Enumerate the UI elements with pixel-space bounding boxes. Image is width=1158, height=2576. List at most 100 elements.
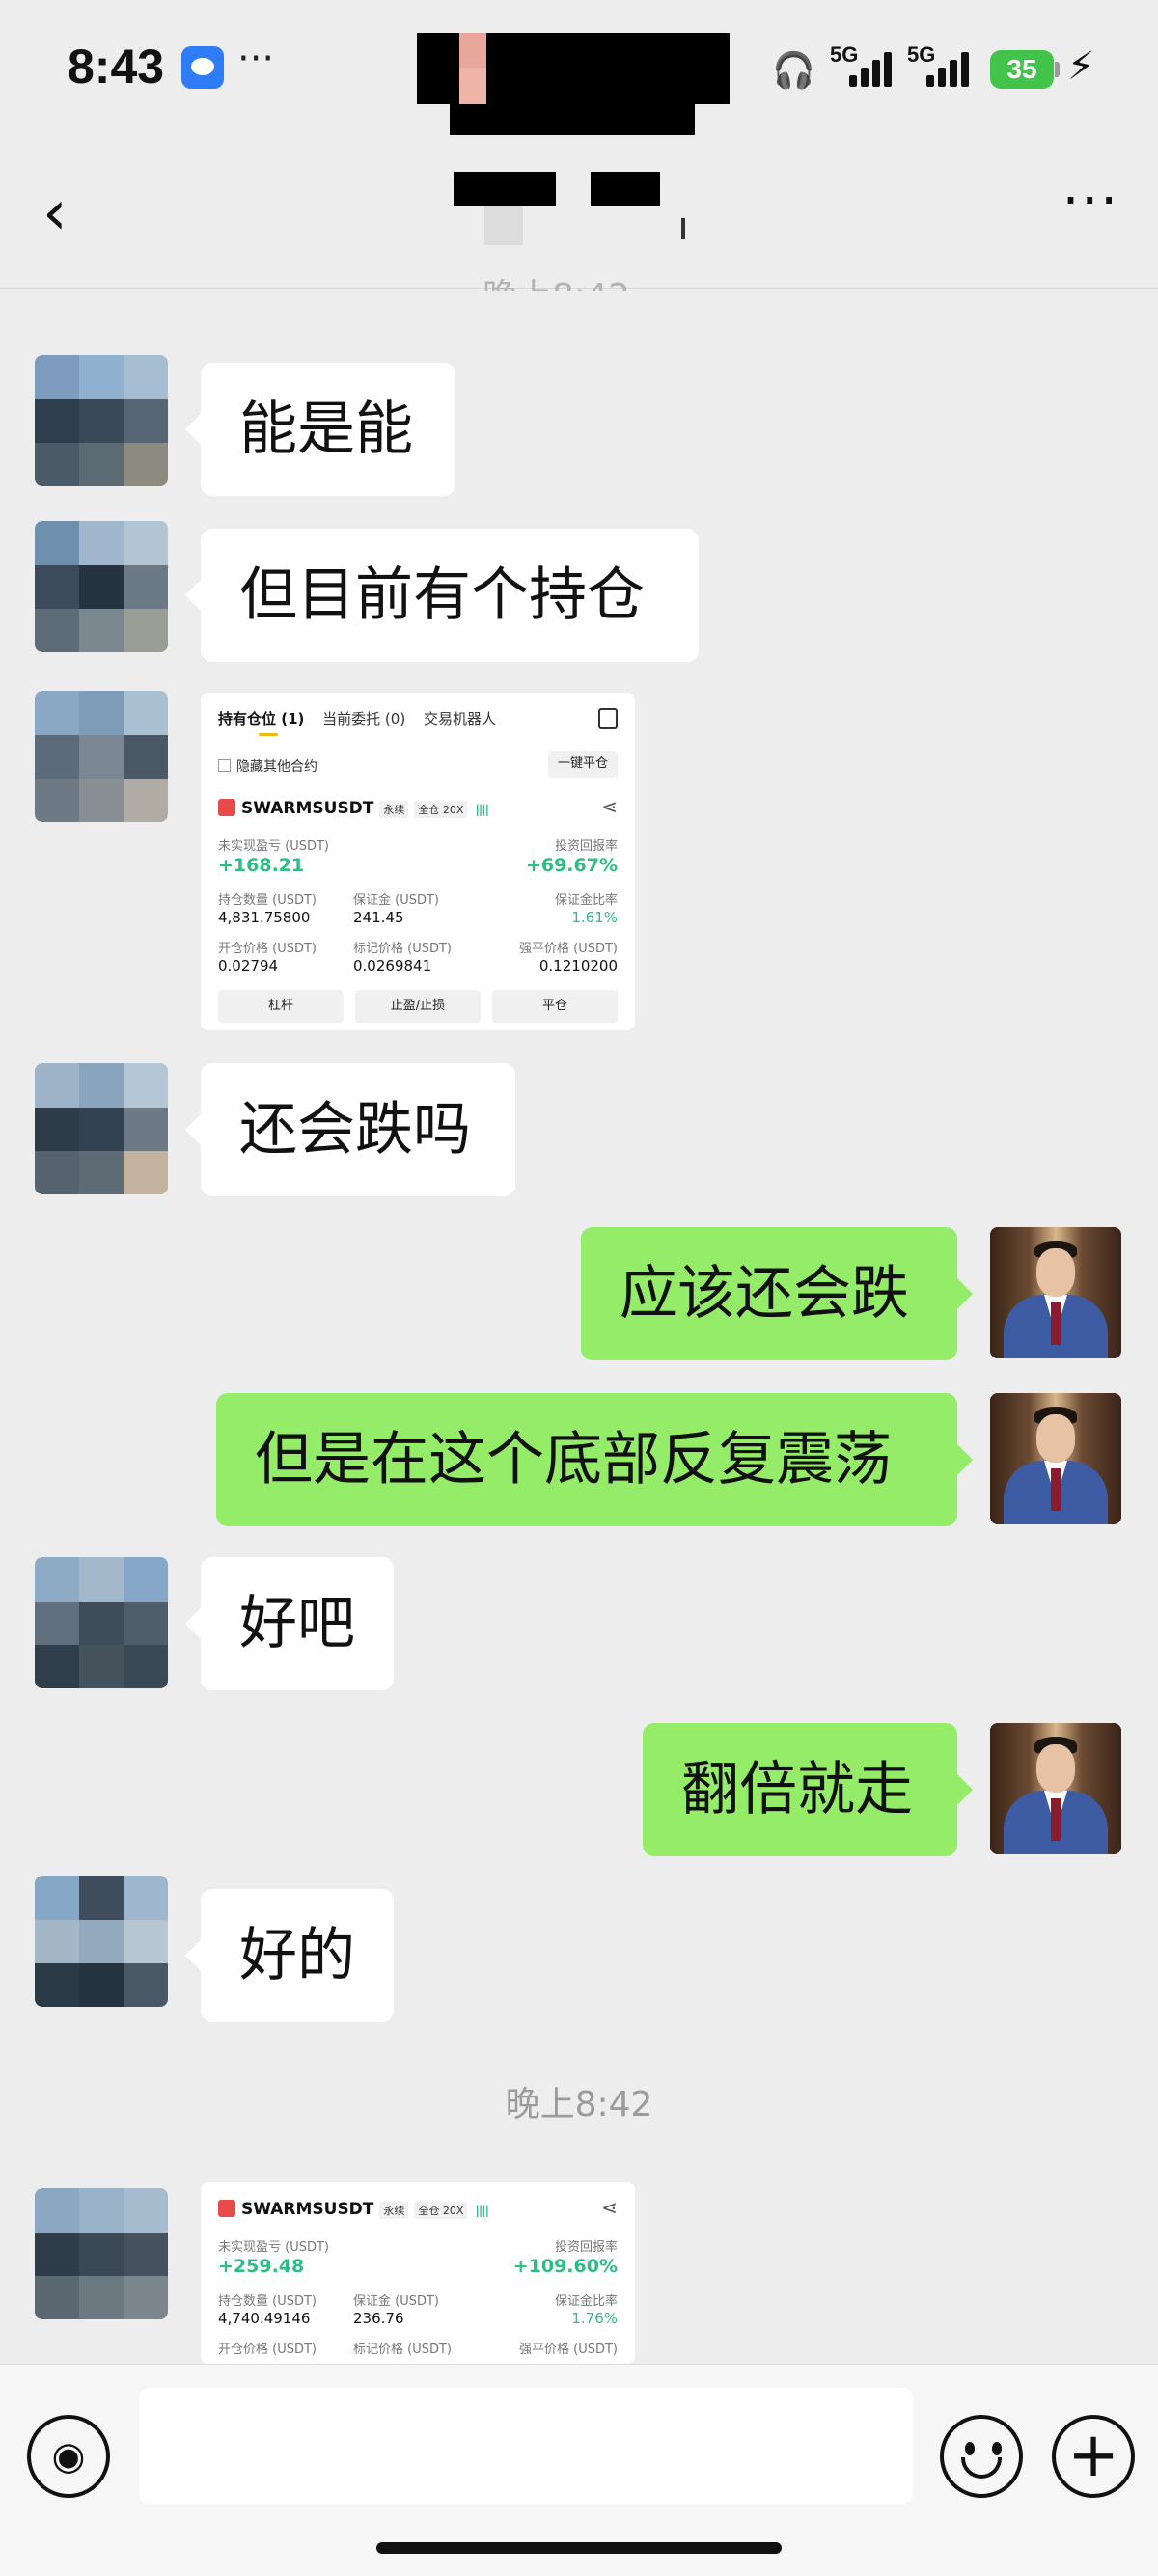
tag-perpetual: 永续 [379,2202,409,2219]
token-logo-icon [218,799,235,816]
contact-avatar[interactable] [35,691,168,822]
timestamp: 晚上8:42 [482,268,630,291]
leverage-bars-icon: |||| [475,803,488,816]
status-bar: 8:43 ··· 🎧 5G 5G 35 ⚡ [0,0,1158,137]
message-bubble-self[interactable]: 翻倍就走 [643,1723,973,1856]
mark-label: 标记价格 (USDT) [353,2343,452,2357]
redaction-block [459,33,486,68]
my-avatar[interactable] [990,1227,1121,1358]
contact-avatar[interactable] [35,1876,168,2007]
tab-open-orders: 当前委托 (0) [322,710,406,727]
share-icon: ⋖ [601,795,618,818]
leverage-button: 杠杆 [218,990,344,1023]
plus-icon[interactable]: + [1052,2415,1135,2498]
roi-label: 投资回报率 [554,839,618,854]
image-message-position-screenshot[interactable]: SWARMSUSDT 永续 全仓 20X |||| ⋖ 未实现盈亏 (USDT) +2… [201,2182,635,2364]
message-bubble[interactable]: 还会跌吗 [185,1063,515,1196]
share-icon: ⋖ [601,2196,618,2219]
roi-value: +69.67% [525,855,618,876]
contact-avatar[interactable] [35,2188,168,2319]
mark-label: 标记价格 (USDT) [353,942,452,956]
margin-ratio-value: 1.76% [571,2310,618,2327]
leverage-bars-icon: |||| [475,2204,488,2217]
tag-margin: 全仓 20X [414,801,468,818]
symbol-row: SWARMSUSDT 永续 全仓 20X |||| [218,799,489,818]
margin-value: 236.76 [353,2310,404,2327]
tag-margin: 全仓 20X [414,2202,468,2219]
pnl-label: 未实现盈亏 (USDT) [218,2240,329,2255]
pnl-value: +259.48 [218,2256,305,2277]
message-bubble[interactable]: 但目前有个持仓 [185,529,699,662]
my-avatar[interactable] [990,1723,1121,1854]
margin-label: 保证金 (USDT) [353,893,439,908]
close-position-button: 平仓 [492,990,618,1023]
chat-title-redacted [681,218,685,239]
message-bubble[interactable]: 好吧 [185,1557,394,1690]
charging-icon: ⚡ [1067,44,1095,89]
margin-ratio-label: 保证金比率 [554,893,618,908]
hide-other-checkbox: 隐藏其他合约 [218,756,317,776]
roi-value: +109.60% [512,2256,618,2277]
mark-value: 0.0269841 [353,957,432,974]
voice-icon[interactable]: ◉ [27,2415,110,2498]
entry-value: 0.02794 [218,957,279,974]
margin-ratio-label: 保证金比率 [554,2294,618,2309]
liq-label: 强平价格 (USDT) [519,942,618,956]
battery-tip [1055,62,1060,77]
tpsl-button: 止盈/止损 [355,990,481,1023]
liq-value: 0.1210200 [538,957,618,974]
message-bubble[interactable]: 好的 [185,1889,394,2022]
token-logo-icon [218,2200,235,2217]
position-tabs: 持有仓位 (1) 当前委托 (0) 交易机器人 [218,708,510,728]
more-options-icon[interactable]: ··· [1062,170,1119,233]
tag-perpetual: 永续 [379,801,409,818]
margin-ratio-value: 1.61% [571,909,618,926]
airpods-icon: 🎧 [772,51,815,91]
pnl-label: 未实现盈亏 (USDT) [218,839,329,854]
contact-avatar[interactable] [35,355,168,486]
message-bubble-self[interactable]: 应该还会跌 [581,1227,973,1360]
home-indicator[interactable] [376,2542,782,2554]
status-more-icon: ··· [237,37,275,81]
clock: 8:43 [68,40,165,94]
my-avatar[interactable] [990,1393,1121,1524]
message-bubble-self[interactable]: 但是在这个底部反复震荡 [216,1393,973,1526]
tab-indicator [259,733,278,736]
image-message-position-screenshot[interactable]: 持有仓位 (1) 当前委托 (0) 交易机器人 隐藏其他合约 一键平仓 SWAR… [201,693,635,1030]
margin-label: 保证金 (USDT) [353,2294,439,2309]
signal-icon [849,50,894,87]
back-icon[interactable]: ‹ [42,178,68,249]
qty-label: 持仓数量 (USDT) [218,2294,317,2309]
timestamp: 晚上8:42 [505,2085,653,2124]
close-all-button: 一键平仓 [548,751,618,778]
battery-icon: 35 [990,50,1054,89]
contact-avatar[interactable] [35,1557,168,1688]
contact-avatar[interactable] [35,521,168,652]
chat-title-redacted [484,206,523,245]
qty-label: 持仓数量 (USDT) [218,893,317,908]
pnl-value: +168.21 [218,855,305,876]
symbol-name: SWARMSUSDT [241,799,374,818]
message-bubble[interactable]: 能是能 [185,363,455,496]
liq-label: 强平价格 (USDT) [519,2343,618,2357]
signal-icon [926,50,971,87]
qty-value: 4,740.49146 [218,2310,311,2327]
margin-value: 241.45 [353,909,404,926]
tab-trading-bots: 交易机器人 [423,710,496,727]
tab-positions: 持有仓位 (1) [218,710,305,727]
redaction-block [459,68,486,104]
entry-label: 开仓价格 (USDT) [218,2343,317,2357]
message-input[interactable] [139,2388,913,2504]
roi-label: 投资回报率 [554,2240,618,2255]
symbol-name: SWARMSUSDT [241,2200,374,2219]
emoji-icon[interactable] [940,2415,1023,2498]
app-badge-icon [181,46,224,89]
symbol-row: SWARMSUSDT 永续 全仓 20X |||| [218,2200,489,2219]
chat-title-redacted [591,172,660,206]
entry-label: 开仓价格 (USDT) [218,942,317,956]
qty-value: 4,831.75800 [218,909,311,926]
chat-title-redacted [454,172,556,206]
chat-header: ‹ ··· 晚上8:42 [0,135,1158,291]
document-icon [598,708,618,729]
contact-avatar[interactable] [35,1063,168,1194]
